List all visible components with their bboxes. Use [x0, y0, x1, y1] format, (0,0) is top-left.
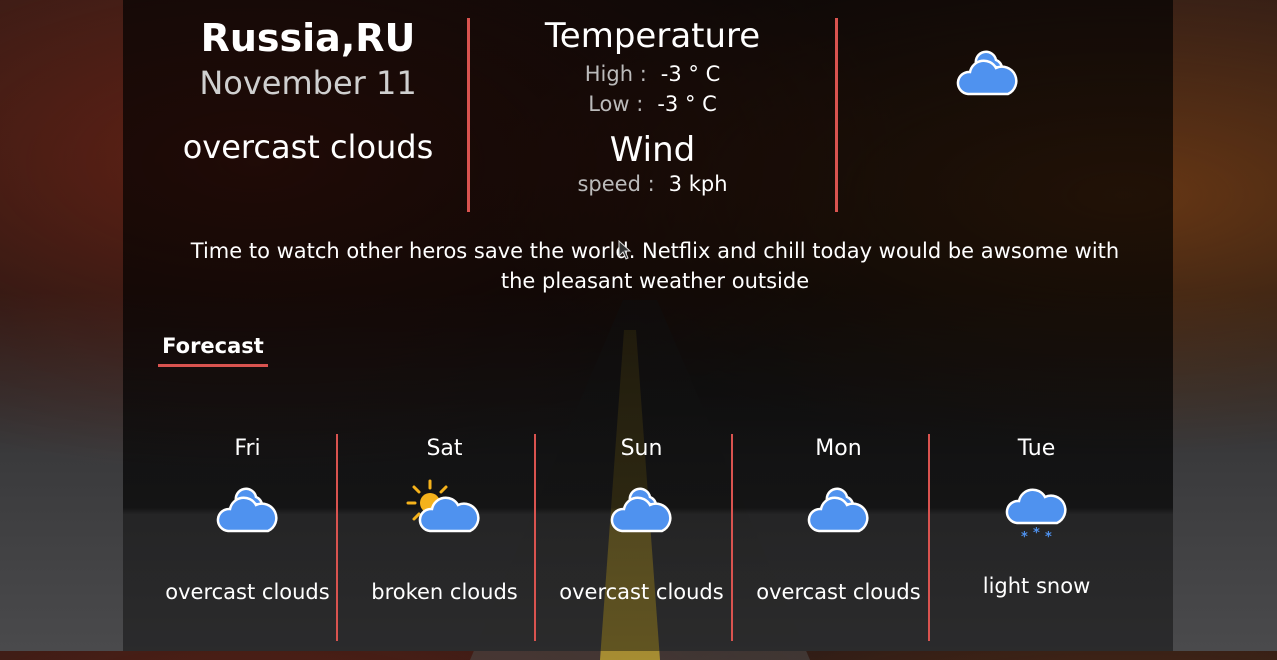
weather-message: Time to watch other heros save the world… — [190, 239, 1120, 293]
forecast-day: Sun overcast clouds — [543, 434, 740, 607]
forecast-day-description: broken clouds — [371, 580, 518, 604]
header-divider-left — [467, 18, 470, 212]
temperature-wind-panel: Temperature High : -3 ° C Low : -3 ° C Win… — [480, 16, 825, 196]
forecast-day-description: overcast clouds — [756, 580, 921, 604]
current-summary: Russia,RU November 11 overcast clouds — [160, 16, 456, 166]
forecast-divider — [928, 434, 930, 641]
overcast-cloud-icon — [543, 479, 740, 555]
high-label: High : — [584, 62, 647, 86]
forecast-day-name: Sun — [620, 436, 663, 461]
snow-cloud-icon: * * * — [938, 479, 1135, 555]
wind-heading: Wind — [609, 130, 696, 170]
svg-text:*: * — [1033, 526, 1040, 541]
high-value: -3 ° C — [660, 62, 721, 86]
overcast-cloud-icon — [955, 42, 1021, 102]
forecast-day-name: Sat — [426, 436, 463, 461]
forecast-day: Mon overcast clouds — [740, 434, 937, 607]
temperature-heading: Temperature — [544, 16, 761, 56]
forecast-day: Tue * * * light snow — [938, 434, 1135, 601]
forecast-divider — [336, 434, 338, 641]
mouse-cursor-icon — [618, 239, 632, 264]
forecast-day-name: Mon — [815, 436, 862, 461]
svg-text:*: * — [1021, 530, 1028, 545]
location-title: Russia,RU — [200, 16, 416, 60]
forecast-divider — [534, 434, 536, 641]
wind-speed-label: speed : — [577, 172, 655, 196]
wind-speed-row: speed : 3 kph — [480, 172, 825, 196]
forecast-day: Fri overcast clouds — [149, 434, 346, 607]
overcast-cloud-icon — [740, 479, 937, 555]
temperature-low-row: Low : -3 ° C — [480, 92, 825, 116]
overcast-cloud-icon — [149, 479, 346, 555]
header-divider-right — [835, 18, 838, 212]
wind-speed-value: 3 kph — [668, 172, 728, 196]
low-value: -3 ° C — [657, 92, 717, 116]
low-label: Low : — [588, 92, 644, 116]
forecast-day-name: Fri — [234, 436, 261, 461]
svg-text:*: * — [1045, 530, 1052, 545]
forecast-day: Sat broken clouds — [346, 434, 543, 607]
forecast-day-description: overcast clouds — [559, 580, 724, 604]
forecast-day-description: light snow — [982, 574, 1091, 598]
forecast-divider — [731, 434, 733, 641]
sun-cloud-icon — [346, 479, 543, 555]
current-description: overcast clouds — [182, 128, 434, 166]
forecast-day-description: overcast clouds — [165, 580, 330, 604]
forecast-day-name: Tue — [1017, 436, 1056, 461]
current-date: November 11 — [199, 64, 417, 102]
forecast-title: Forecast — [158, 334, 268, 367]
temperature-high-row: High : -3 ° C — [480, 62, 825, 86]
